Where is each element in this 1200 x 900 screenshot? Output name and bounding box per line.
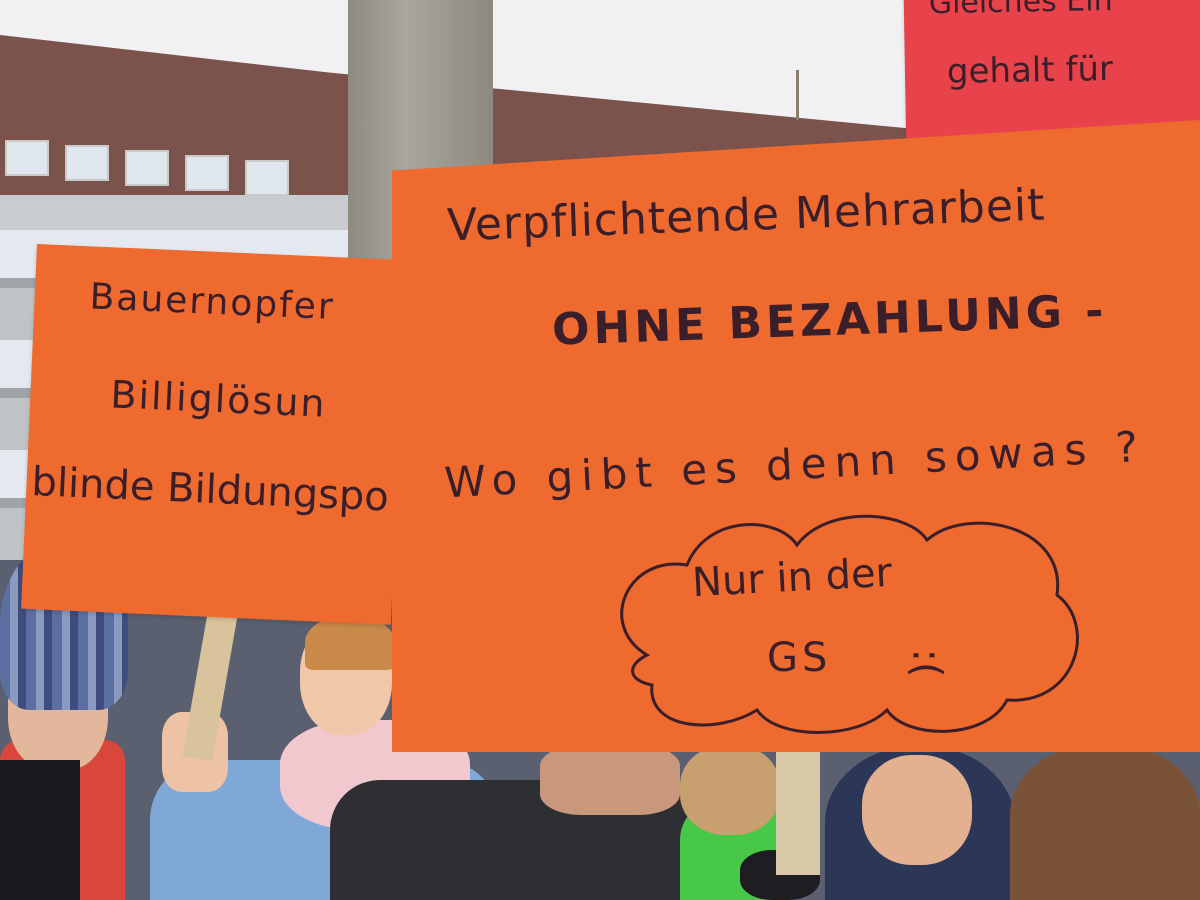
- protest-sign-left: Bauernopfer Billiglösun blinde Bildungsp…: [21, 244, 407, 625]
- left-sign-line-2: Billiglösun: [109, 372, 328, 426]
- main-sign-line-3: Wo gibt es denn sowas ?: [443, 421, 1148, 508]
- bubble-line-2: GS: [767, 635, 832, 681]
- protest-photo: Gleiches Ein gehalt für Bauernopfer Bill…: [0, 0, 1200, 900]
- sad-face-icon: :(: [903, 648, 950, 678]
- brown-hair: [1010, 745, 1200, 900]
- sign-stick-main: [776, 745, 820, 875]
- blonde-hair: [680, 745, 780, 835]
- red-sign-line-1: Gleiches Ein: [928, 0, 1113, 22]
- left-sign-line-3: blinde Bildungspol: [30, 459, 401, 522]
- protest-sign-main: Verpflichtende Mehrarbeit OHNE BEZAHLUNG…: [392, 120, 1200, 752]
- man-face: [540, 745, 680, 815]
- smiling-face: [862, 755, 972, 865]
- red-sign-line-2: gehalt für: [946, 48, 1114, 92]
- main-sign-line-2: OHNE BEZAHLUNG -: [551, 285, 1109, 356]
- thought-bubble: [620, 514, 1079, 734]
- roof-windows: [5, 140, 289, 196]
- antenna: [796, 70, 799, 120]
- left-sign-line-1: Bauernopfer: [88, 276, 336, 329]
- scarf: [0, 760, 80, 900]
- main-sign-line-1: Verpflichtende Mehrarbeit: [446, 179, 1047, 252]
